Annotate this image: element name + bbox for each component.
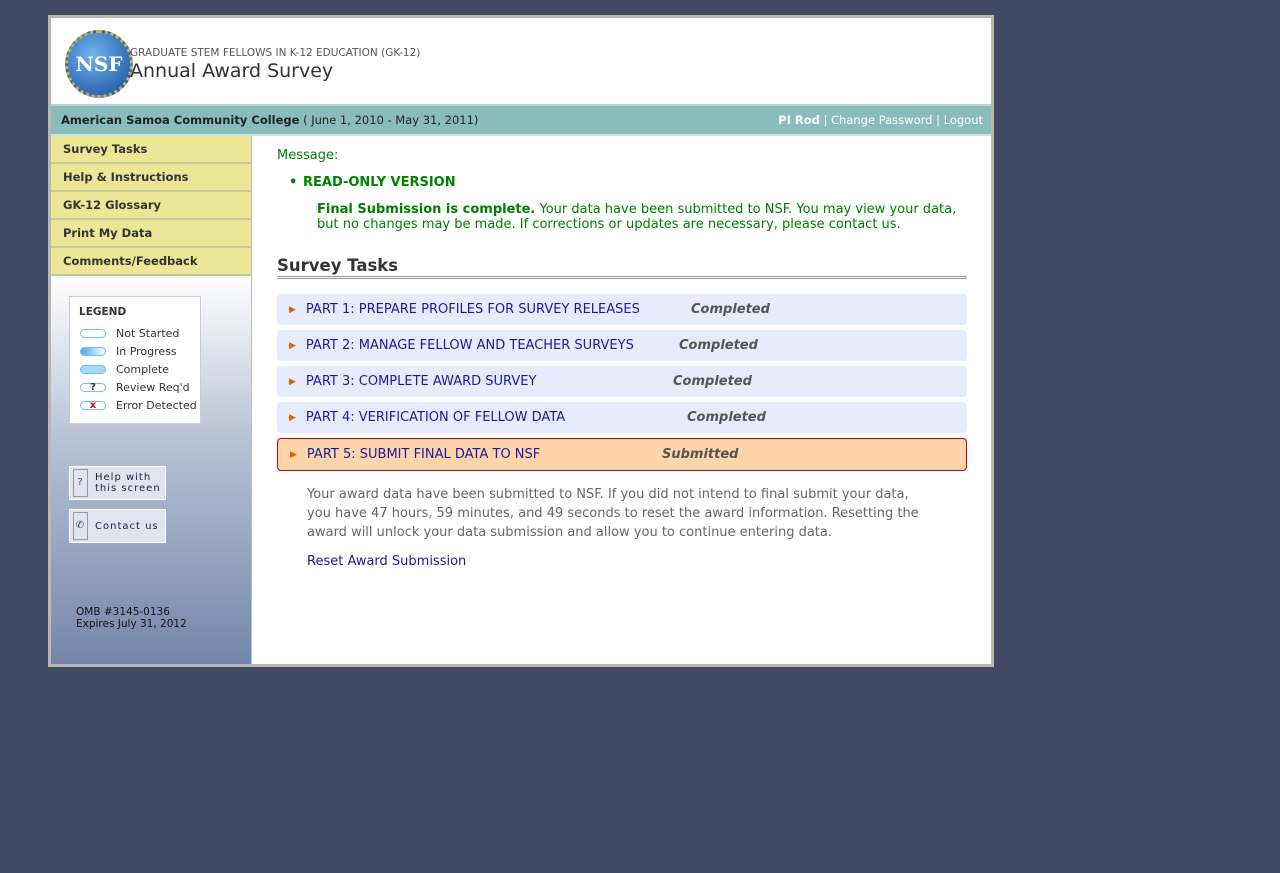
- task-status: Completed: [691, 302, 770, 317]
- in-progress-icon: [80, 346, 106, 356]
- nav-glossary[interactable]: GK-12 Glossary: [51, 192, 251, 220]
- arrow-right-icon: ▶: [290, 449, 297, 460]
- change-password-link[interactable]: Change Password: [831, 113, 932, 127]
- arrow-right-icon: ▶: [289, 340, 296, 351]
- task-part-3[interactable]: ▶ PART 3: COMPLETE AWARD SURVEY Completed: [277, 366, 967, 397]
- task-part-1[interactable]: ▶ PART 1: PREPARE PROFILES FOR SURVEY REL…: [277, 294, 967, 325]
- task-list: ▶ PART 1: PREPARE PROFILES FOR SURVEY REL…: [277, 294, 967, 471]
- user-name: PI Rod: [778, 113, 820, 127]
- phone-icon: ✆: [73, 512, 88, 540]
- task-label: PART 1: PREPARE PROFILES FOR SURVEY RELE…: [305, 302, 640, 317]
- legend: LEGEND Not Started In Progress Complete …: [69, 296, 201, 424]
- page-title: Annual Award Survey: [130, 60, 334, 82]
- task-label: PART 2: MANAGE FELLOW AND TEACHER SURVEY…: [305, 338, 634, 353]
- sep: |: [936, 113, 940, 127]
- not-started-icon: [80, 328, 106, 338]
- task-part-2[interactable]: ▶ PART 2: MANAGE FELLOW AND TEACHER SURVE…: [277, 330, 967, 361]
- legend-label: Review Req'd: [116, 380, 190, 394]
- message-label: Message:: [277, 148, 339, 163]
- arrow-right-icon: ▶: [289, 412, 296, 423]
- task-label: PART 4: VERIFICATION OF FELLOW DATA: [305, 410, 566, 425]
- legend-label: Error Detected: [116, 398, 197, 412]
- task-status: Completed: [673, 374, 752, 389]
- task-label: PART 5: SUBMIT FINAL DATA TO NSF: [306, 447, 541, 462]
- task-part-5[interactable]: ▶ PART 5: SUBMIT FINAL DATA TO NSF Submitt…: [277, 438, 967, 471]
- nsf-logo: NSF: [65, 30, 133, 98]
- program-subtitle: GRADUATE STEM FELLOWS IN K-12 EDUCATION …: [130, 47, 421, 59]
- contact-label: Contact us: [95, 520, 159, 532]
- task-part-4[interactable]: ▶ PART 4: VERIFICATION OF FELLOW DATA Comp…: [277, 402, 967, 433]
- message-bold: Final Submission is complete.: [317, 202, 536, 217]
- submission-note: Your award data have been submitted to N…: [307, 487, 919, 540]
- task-status: Completed: [687, 410, 766, 425]
- legend-label: In Progress: [116, 344, 177, 358]
- omb-info: OMB #3145-0136 Expires July 31, 2012: [76, 606, 187, 630]
- main-content: Message: • READ-ONLY VERSION Final Submis…: [277, 148, 967, 569]
- award-bar: American Samoa Community College ( June …: [51, 106, 991, 136]
- contact-us-button[interactable]: ✆ Contact us: [69, 509, 166, 543]
- arrow-right-icon: ▶: [289, 304, 296, 315]
- review-icon: ?: [80, 382, 106, 392]
- nav-survey-tasks[interactable]: Survey Tasks: [51, 136, 251, 164]
- legend-label: Complete: [116, 362, 170, 376]
- legend-title: LEGEND: [79, 306, 127, 318]
- error-icon: x: [80, 400, 106, 410]
- nav-comments[interactable]: Comments/Feedback: [51, 248, 251, 276]
- nav-print-data[interactable]: Print My Data: [51, 220, 251, 248]
- logout-link[interactable]: Logout: [944, 113, 983, 127]
- task-label: PART 3: COMPLETE AWARD SURVEY: [305, 374, 537, 389]
- complete-icon: [80, 364, 106, 374]
- task-status: Completed: [679, 338, 758, 353]
- sidebar: Survey Tasks Help & Instructions GK-12 G…: [51, 136, 252, 664]
- institution: American Samoa Community College: [61, 113, 300, 127]
- help-label: Help with this screen: [95, 472, 161, 494]
- header: NSF GRADUATE STEM FELLOWS IN K-12 EDUCAT…: [51, 18, 991, 106]
- award-period: ( June 1, 2010 - May 31, 2011): [303, 113, 479, 127]
- arrow-right-icon: ▶: [289, 376, 296, 387]
- help-screen-button[interactable]: ? Help with this screen: [69, 466, 166, 500]
- message-heading: READ-ONLY VERSION: [303, 175, 456, 190]
- nav-help-instructions[interactable]: Help & Instructions: [51, 164, 251, 192]
- sep: |: [823, 113, 828, 127]
- reset-award-link[interactable]: Reset Award Submission: [307, 554, 967, 569]
- task-status: Submitted: [662, 447, 739, 462]
- app-frame: NSF GRADUATE STEM FELLOWS IN K-12 EDUCAT…: [48, 15, 994, 667]
- question-icon: ?: [73, 469, 88, 497]
- message-body: • READ-ONLY VERSION Final Submission is c…: [289, 175, 957, 232]
- section-title: Survey Tasks: [277, 256, 967, 279]
- legend-label: Not Started: [116, 326, 180, 340]
